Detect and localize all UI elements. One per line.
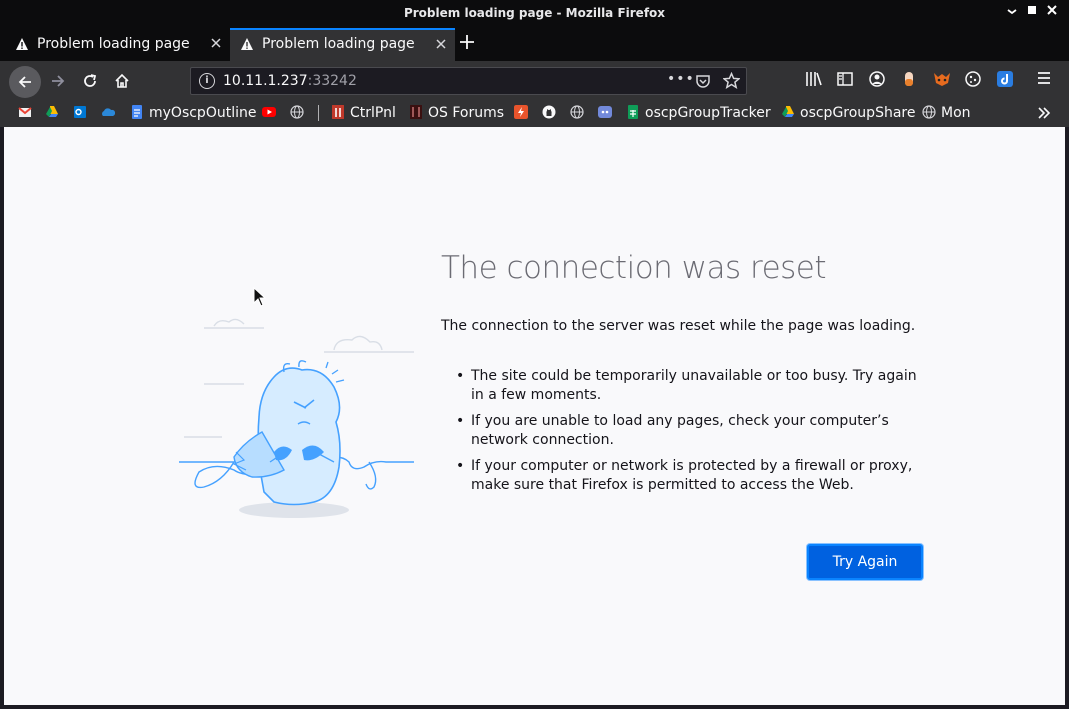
close-tab-icon[interactable] [435,35,447,54]
bookmark-myoscpoutline[interactable]: myOscpOutline [130,104,256,122]
globe-icon [922,105,936,119]
youtube-icon [262,107,276,117]
bookmark-bolt[interactable] [514,104,533,122]
forward-button[interactable] [44,67,72,95]
bookmark-globe-1[interactable] [290,104,309,122]
bookmark-oscpgrouptracker[interactable]: oscpGroupTracker [626,104,771,122]
extension-capsule-icon[interactable] [900,70,920,90]
bookmark-separator [318,105,319,121]
sidebar-icon[interactable] [836,70,856,90]
extension-blue-icon[interactable] [996,70,1016,90]
new-tab-icon[interactable] [459,31,475,57]
google-sheets-icon [628,105,638,119]
bookmark-star-icon[interactable] [722,71,741,93]
maximize-icon[interactable] [1023,4,1041,22]
outlook-icon [74,106,86,118]
window-title: Problem loading page - Mozilla Firefox [403,6,666,20]
error-page: The connection was reset The connection … [4,127,1065,705]
reload-button[interactable] [76,67,104,95]
navigation-toolbar: i 10.11.1.237:33242 ••• [0,61,1069,100]
bookmark-google-drive[interactable] [45,104,64,122]
error-title: The connection was reset [441,250,827,286]
bookmark-discord[interactable] [598,104,617,122]
close-tab-icon[interactable] [210,34,222,53]
pocket-icon[interactable] [695,73,711,93]
error-description: The connection to the server was reset w… [441,318,916,334]
tab-label: Problem loading page [262,36,415,52]
error-suggestions: The site could be temporarily unavailabl… [456,367,926,502]
site-info-icon[interactable]: i [199,73,215,89]
url-text: 10.11.1.237:33242 [223,73,357,89]
bookmark-globe-2[interactable] [570,104,589,122]
bookmark-outlook[interactable] [73,104,92,122]
library-icon[interactable] [805,70,825,90]
minimize-icon[interactable] [1003,4,1021,22]
bookmark-mon[interactable]: Mon [922,104,971,122]
list-item: If your computer or network is protected… [456,457,926,495]
onedrive-icon [102,108,115,116]
google-drive-icon [46,106,58,117]
discord-icon [598,106,612,118]
tab-problem-loading-1[interactable]: Problem loading page [5,28,230,61]
gmail-icon [18,107,32,117]
bolt-icon [514,105,528,119]
bookmark-oscpgroupshare[interactable]: oscpGroupShare [781,104,915,122]
warning-icon [240,36,254,50]
warning-icon [15,36,29,50]
bookmark-os-forums[interactable]: OS Forums [409,104,504,122]
bookmark-onedrive[interactable] [101,104,120,122]
foxyproxy-icon[interactable] [932,70,952,90]
disconnected-dino-illustration [179,318,414,518]
try-again-button[interactable]: Try Again [807,544,923,580]
github-icon [542,105,556,119]
account-icon[interactable] [868,70,888,90]
back-button[interactable] [9,66,41,98]
bookmark-ctrlpnl[interactable]: CtrlPnl [331,104,396,122]
list-item: If you are unable to load any pages, che… [456,412,926,450]
close-window-icon[interactable] [1043,4,1061,22]
bookmark-gmail[interactable] [18,104,37,122]
bookmarks-overflow-icon[interactable] [1036,105,1052,123]
page-actions-icon[interactable]: ••• [667,71,695,87]
globe-icon [570,105,584,119]
cookie-icon[interactable] [964,70,984,90]
google-docs-icon [132,105,142,119]
list-item: The site could be temporarily unavailabl… [456,367,926,405]
bookmark-github[interactable] [542,104,561,122]
mouse-cursor-icon [253,287,267,307]
ctrlpnl-icon [332,105,344,119]
forums-icon [410,105,422,119]
hamburger-menu-icon[interactable] [1036,70,1056,90]
tab-problem-loading-2[interactable]: Problem loading page [230,28,455,61]
url-bar[interactable]: i 10.11.1.237:33242 ••• [190,67,747,95]
tab-strip: Problem loading page Problem loading pag… [0,28,1069,61]
globe-icon [290,105,304,119]
home-button[interactable] [108,67,136,95]
bookmark-youtube[interactable] [262,104,281,122]
window-titlebar: Problem loading page - Mozilla Firefox [0,0,1069,28]
tab-label: Problem loading page [37,36,190,52]
google-drive-icon [782,106,794,117]
bookmarks-toolbar: myOscpOutline CtrlPnl OS Forums oscpGrou… [0,100,1069,127]
